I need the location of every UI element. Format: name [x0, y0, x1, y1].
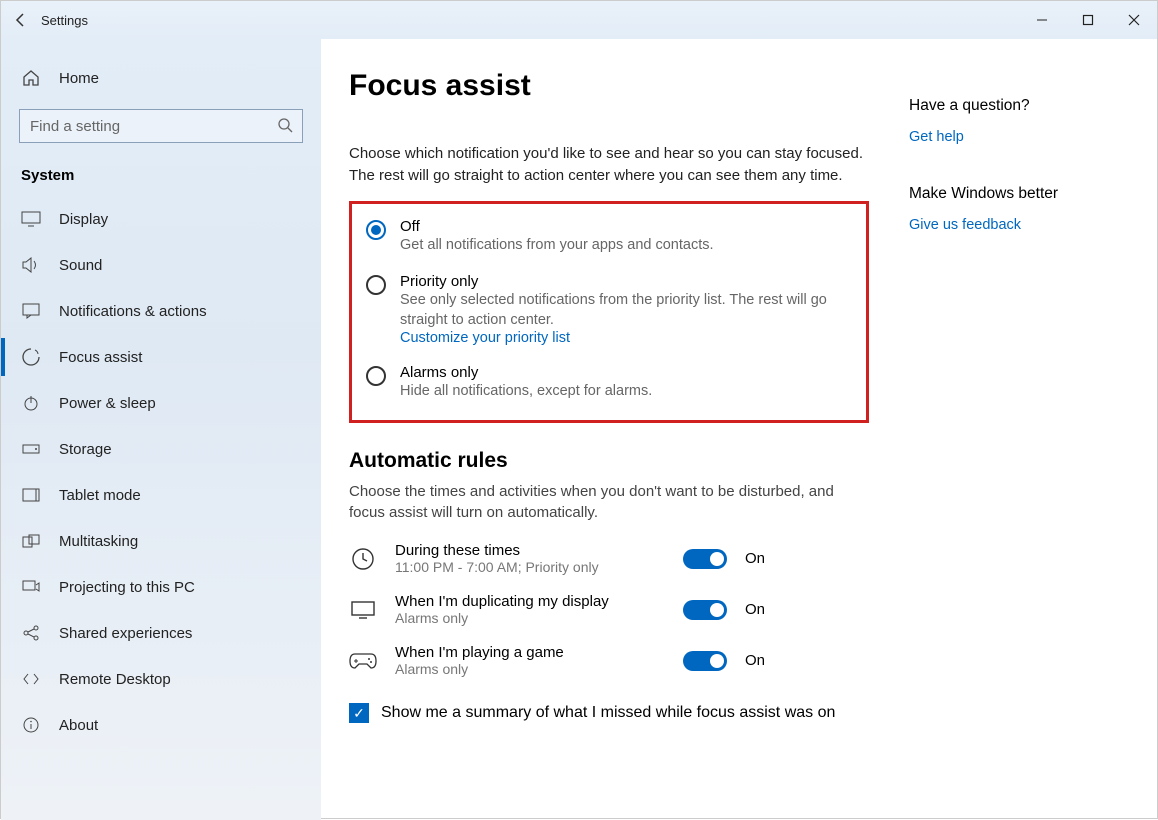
home-label: Home [59, 70, 99, 87]
give-feedback-link[interactable]: Give us feedback [909, 217, 1058, 233]
multitasking-icon [21, 531, 41, 551]
sidebar: Home System Display Sound Notifications … [1, 39, 321, 820]
home-nav[interactable]: Home [1, 55, 321, 101]
category-header: System [1, 159, 321, 196]
radio-off-control[interactable] [366, 220, 386, 240]
clock-icon [349, 545, 377, 573]
sound-icon [21, 255, 41, 275]
window-title: Settings [41, 13, 88, 28]
game-icon [349, 647, 377, 675]
focus-options-highlight: Off Get all notifications from your apps… [349, 201, 869, 423]
home-icon [21, 68, 41, 88]
toggle-duplicating[interactable] [683, 600, 727, 620]
focus-assist-icon [21, 347, 41, 367]
power-icon [21, 393, 41, 413]
summary-label: Show me a summary of what I missed while… [381, 704, 835, 722]
aside-question: Have a question? [909, 97, 1058, 115]
toggle-game[interactable] [683, 651, 727, 671]
maximize-button[interactable] [1065, 1, 1111, 39]
tablet-icon [21, 485, 41, 505]
display-icon [349, 596, 377, 624]
back-button[interactable] [1, 1, 41, 39]
sidebar-item-focus-assist[interactable]: Focus assist [1, 334, 321, 380]
rule-playing-game[interactable]: When I'm playing a game Alarms only On [349, 644, 869, 677]
summary-checkbox[interactable]: ✓ [349, 703, 369, 723]
aside-make-better: Make Windows better [909, 185, 1058, 203]
rule-during-times[interactable]: During these times 11:00 PM - 7:00 AM; P… [349, 542, 869, 575]
sidebar-item-display[interactable]: Display [1, 196, 321, 242]
radio-off[interactable]: Off Get all notifications from your apps… [366, 218, 852, 255]
notifications-icon [21, 301, 41, 321]
sidebar-item-storage[interactable]: Storage [1, 426, 321, 472]
search-icon [277, 117, 293, 133]
sidebar-item-about[interactable]: About [1, 702, 321, 748]
shared-icon [21, 623, 41, 643]
customize-priority-link[interactable]: Customize your priority list [400, 330, 852, 346]
sidebar-item-sound[interactable]: Sound [1, 242, 321, 288]
get-help-link[interactable]: Get help [909, 129, 1058, 145]
summary-checkbox-row[interactable]: ✓ Show me a summary of what I missed whi… [349, 703, 869, 723]
radio-alarms-only[interactable]: Alarms only Hide all notifications, exce… [366, 364, 852, 401]
storage-icon [21, 439, 41, 459]
sidebar-item-remote-desktop[interactable]: Remote Desktop [1, 656, 321, 702]
sidebar-item-power-sleep[interactable]: Power & sleep [1, 380, 321, 426]
about-icon [21, 715, 41, 735]
search-input[interactable] [19, 109, 303, 143]
remote-desktop-icon [21, 669, 41, 689]
radio-alarms-control[interactable] [366, 366, 386, 386]
radio-priority-control[interactable] [366, 275, 386, 295]
radio-priority-only[interactable]: Priority only See only selected notifica… [366, 273, 852, 347]
sidebar-item-tablet-mode[interactable]: Tablet mode [1, 472, 321, 518]
toggle-during-times[interactable] [683, 549, 727, 569]
sidebar-item-notifications[interactable]: Notifications & actions [1, 288, 321, 334]
aside: Have a question? Get help Make Windows b… [909, 69, 1058, 820]
sidebar-item-shared-experiences[interactable]: Shared experiences [1, 610, 321, 656]
automatic-rules-heading: Automatic rules [349, 449, 869, 473]
automatic-rules-sub: Choose the times and activities when you… [349, 481, 869, 525]
minimize-button[interactable] [1019, 1, 1065, 39]
page-intro: Choose which notification you'd like to … [349, 143, 869, 187]
page-title: Focus assist [349, 69, 869, 103]
sidebar-item-projecting[interactable]: Projecting to this PC [1, 564, 321, 610]
close-button[interactable] [1111, 1, 1157, 39]
sidebar-item-multitasking[interactable]: Multitasking [1, 518, 321, 564]
projecting-icon [21, 577, 41, 597]
title-bar: Settings [1, 1, 1157, 39]
display-icon [21, 209, 41, 229]
rule-duplicating-display[interactable]: When I'm duplicating my display Alarms o… [349, 593, 869, 626]
